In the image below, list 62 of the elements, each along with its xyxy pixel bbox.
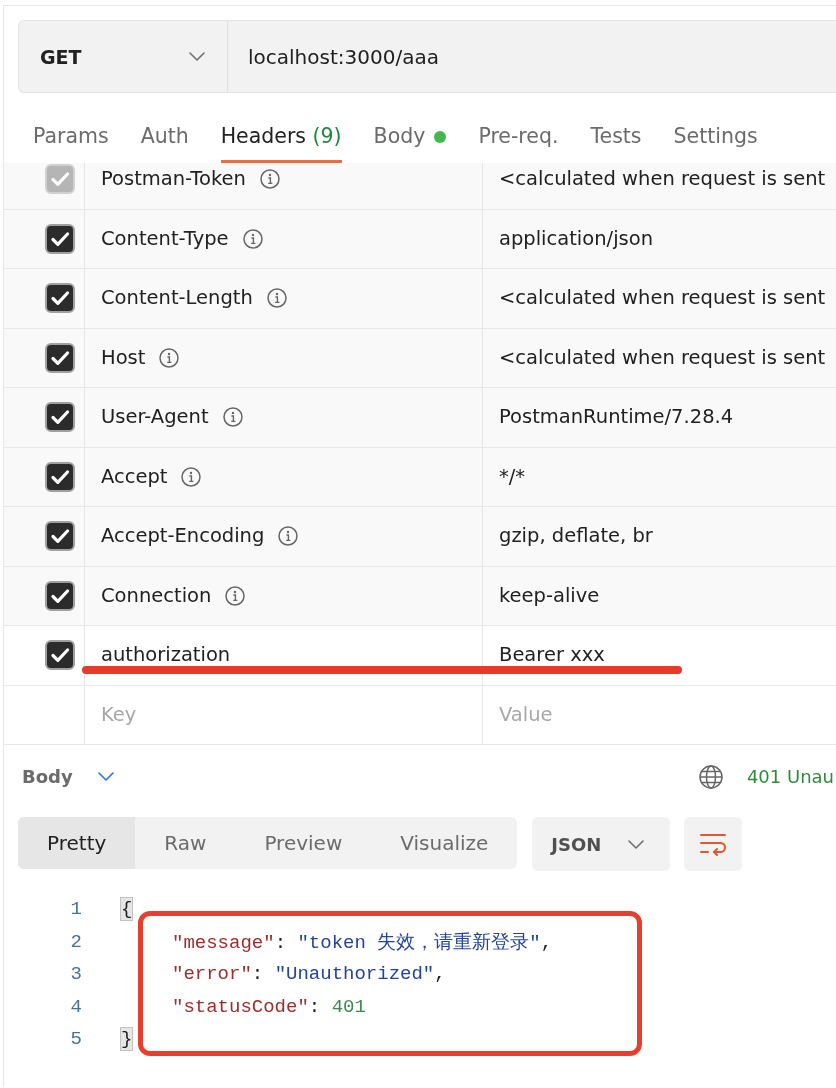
info-icon bbox=[159, 347, 180, 368]
header-key: Content-Type bbox=[101, 228, 229, 249]
info-icon bbox=[181, 466, 202, 487]
checkbox[interactable] bbox=[45, 580, 75, 611]
header-key: User-Agent bbox=[101, 407, 209, 428]
header-key: Connection bbox=[101, 585, 212, 606]
code-line: "message": "token 失效，请重新登录", bbox=[172, 930, 553, 955]
checkbox[interactable] bbox=[45, 283, 75, 314]
checkbox[interactable] bbox=[45, 640, 75, 671]
checkbox[interactable] bbox=[45, 402, 75, 433]
code-line: "statusCode": 401 bbox=[172, 995, 366, 1018]
info-icon bbox=[222, 407, 243, 428]
header-value: <calculated when request is sent bbox=[499, 169, 826, 190]
info-icon bbox=[266, 288, 287, 309]
line-number: 2 bbox=[70, 930, 82, 953]
header-key: Host bbox=[101, 347, 146, 368]
checkbox[interactable] bbox=[45, 521, 75, 552]
checkbox[interactable] bbox=[45, 223, 75, 254]
header-value: <calculated when request is sent bbox=[499, 347, 826, 368]
chevron-down-icon bbox=[628, 839, 645, 849]
info-icon bbox=[259, 169, 280, 190]
header-key: Accept bbox=[101, 466, 168, 487]
tab[interactable]: Auth bbox=[140, 113, 189, 163]
status-text: 401 Unau bbox=[746, 766, 834, 787]
tab[interactable]: Pre-req. bbox=[478, 113, 559, 163]
header-value: */* bbox=[499, 466, 526, 487]
view-tab[interactable]: Preview bbox=[235, 817, 372, 869]
info-icon bbox=[242, 228, 263, 249]
header-value: Bearer xxx bbox=[499, 645, 605, 666]
line-number: 1 bbox=[70, 898, 82, 921]
header-value: gzip, deflate, br bbox=[499, 526, 653, 547]
header-value: <calculated when request is sent bbox=[499, 288, 826, 309]
header-value: application/json bbox=[499, 228, 653, 249]
tab[interactable]: Body bbox=[373, 113, 447, 163]
wrap-lines-icon bbox=[699, 832, 728, 856]
key-input[interactable]: Key bbox=[101, 700, 461, 729]
header-value: keep-alive bbox=[499, 585, 600, 606]
view-tab[interactable]: Visualize bbox=[371, 817, 518, 869]
header-key: Postman-Token bbox=[101, 169, 246, 190]
view-tab[interactable]: Pretty bbox=[18, 817, 136, 869]
header-key: authorization bbox=[101, 645, 231, 666]
format-dropdown[interactable]: JSON bbox=[532, 817, 671, 871]
value-input[interactable]: Value bbox=[499, 700, 819, 729]
view-tab[interactable]: Raw bbox=[135, 817, 236, 869]
tab[interactable]: Params bbox=[33, 113, 109, 163]
line-number: 3 bbox=[70, 963, 82, 986]
checkbox[interactable] bbox=[45, 461, 75, 492]
header-value: PostmanRuntime/7.28.4 bbox=[499, 407, 734, 428]
info-icon bbox=[225, 585, 246, 606]
chevron-down-icon bbox=[97, 772, 114, 781]
header-key: Content-Length bbox=[101, 288, 253, 309]
wrap-button[interactable] bbox=[684, 817, 743, 871]
checkbox[interactable] bbox=[45, 342, 75, 373]
line-number: 5 bbox=[70, 1028, 82, 1051]
line-number: 4 bbox=[70, 995, 82, 1018]
body-dropdown[interactable]: Body bbox=[22, 766, 114, 787]
globe-icon bbox=[698, 764, 723, 789]
header-key: Accept-Encoding bbox=[101, 526, 265, 547]
tab[interactable]: Tests bbox=[590, 113, 642, 163]
info-icon bbox=[278, 526, 299, 547]
tab[interactable]: Settings bbox=[673, 113, 758, 163]
code-line: "error": "Unauthorized", bbox=[172, 963, 446, 986]
